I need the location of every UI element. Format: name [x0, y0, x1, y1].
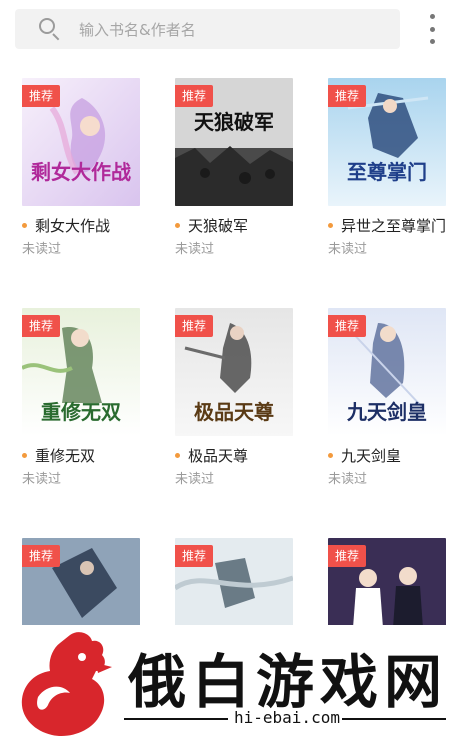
bullet-dot-icon: [175, 452, 180, 458]
book-card[interactable]: 九天剑皇 推荐 九天剑皇 未读过: [328, 308, 448, 487]
read-status: 未读过: [328, 472, 368, 487]
search-placeholder: 输入书名&作者名: [79, 20, 196, 39]
read-status: 未读过: [328, 242, 368, 257]
more-menu-button[interactable]: [422, 14, 442, 44]
book-cover[interactable]: 推荐: [328, 538, 446, 625]
book-card[interactable]: 推荐: [22, 538, 142, 625]
book-card[interactable]: 剩女大作战 推荐 剩女大作战 未读过: [22, 78, 142, 257]
recommend-badge: 推荐: [328, 545, 367, 567]
book-cover[interactable]: 推荐: [22, 538, 140, 625]
book-title-row: 重修无双: [22, 445, 152, 465]
bullet-dot-icon: [328, 222, 333, 228]
recommend-badge: 推荐: [175, 315, 214, 337]
book-card[interactable]: 推荐: [328, 538, 448, 625]
cover-title-text: 重修无双: [41, 400, 121, 424]
book-title: 极品天尊: [188, 446, 249, 465]
more-dot-icon: [429, 14, 435, 19]
cover-title-text: 至尊掌门: [347, 160, 427, 184]
book-card[interactable]: 重修无双 推荐 重修无双 未读过: [22, 308, 142, 487]
bullet-dot-icon: [22, 452, 27, 458]
cover-title-text: 剩女大作战: [31, 160, 131, 184]
read-status: 未读过: [22, 472, 62, 487]
recommend-badge: 推荐: [175, 85, 214, 107]
book-cover[interactable]: 重修无双 推荐: [22, 308, 140, 436]
search-icon: [39, 18, 61, 41]
top-bar: 输入书名&作者名: [0, 0, 461, 60]
book-cover[interactable]: 九天剑皇 推荐: [328, 308, 446, 436]
book-title: 重修无双: [35, 446, 96, 465]
book-title: 剩女大作战: [35, 216, 111, 235]
cover-title-text: 天狼破军: [194, 110, 274, 134]
book-card[interactable]: 天狼破军 推荐 天狼破军 未读过: [175, 78, 295, 257]
book-card[interactable]: 推荐: [175, 538, 295, 625]
book-cover[interactable]: 推荐: [175, 538, 293, 625]
watermark-brand: 俄白游戏网: [128, 648, 449, 716]
book-cover[interactable]: 极品天尊 推荐: [175, 308, 293, 436]
book-title-row: 剩女大作战: [22, 215, 152, 235]
bullet-dot-icon: [22, 222, 27, 228]
book-grid: 剩女大作战 推荐 剩女大作战 未读过 天狼破军 推荐 天狼破军 未读过 至尊掌门…: [0, 60, 461, 625]
book-cover[interactable]: 天狼破军 推荐: [175, 78, 293, 206]
watermark-url: hi-ebai.com: [234, 708, 340, 727]
recommend-badge: 推荐: [328, 315, 367, 337]
recommend-badge: 推荐: [22, 315, 61, 337]
book-title: 九天剑皇: [341, 446, 402, 465]
recommend-badge: 推荐: [328, 85, 367, 107]
recommend-badge: 推荐: [22, 85, 61, 107]
cover-title-text: 九天剑皇: [347, 400, 427, 424]
book-title-row: 异世之至尊掌门: [328, 215, 458, 235]
book-card[interactable]: 极品天尊 推荐 极品天尊 未读过: [175, 308, 295, 487]
search-input[interactable]: 输入书名&作者名: [15, 9, 400, 49]
rooster-logo-icon: [21, 632, 112, 737]
book-card[interactable]: 至尊掌门 推荐 异世之至尊掌门 未读过: [328, 78, 448, 257]
book-cover[interactable]: 至尊掌门 推荐: [328, 78, 446, 206]
bullet-dot-icon: [175, 222, 180, 228]
book-title: 异世之至尊掌门: [341, 216, 447, 235]
book-title-row: 极品天尊: [175, 445, 305, 465]
read-status: 未读过: [175, 472, 215, 487]
read-status: 未读过: [175, 242, 215, 257]
recommend-badge: 推荐: [22, 545, 61, 567]
watermark-footer: 俄白游戏网 hi-ebai.com: [0, 625, 461, 754]
bullet-dot-icon: [328, 452, 333, 458]
book-title-row: 天狼破军: [175, 215, 305, 235]
book-cover[interactable]: 剩女大作战 推荐: [22, 78, 140, 206]
divider-line: [342, 718, 446, 720]
cover-title-text: 极品天尊: [194, 400, 274, 424]
divider-line: [124, 718, 228, 720]
book-title: 天狼破军: [188, 216, 249, 235]
book-title-row: 九天剑皇: [328, 445, 458, 465]
read-status: 未读过: [22, 242, 62, 257]
more-dot-icon: [429, 39, 435, 44]
more-dot-icon: [429, 26, 435, 32]
recommend-badge: 推荐: [175, 545, 214, 567]
